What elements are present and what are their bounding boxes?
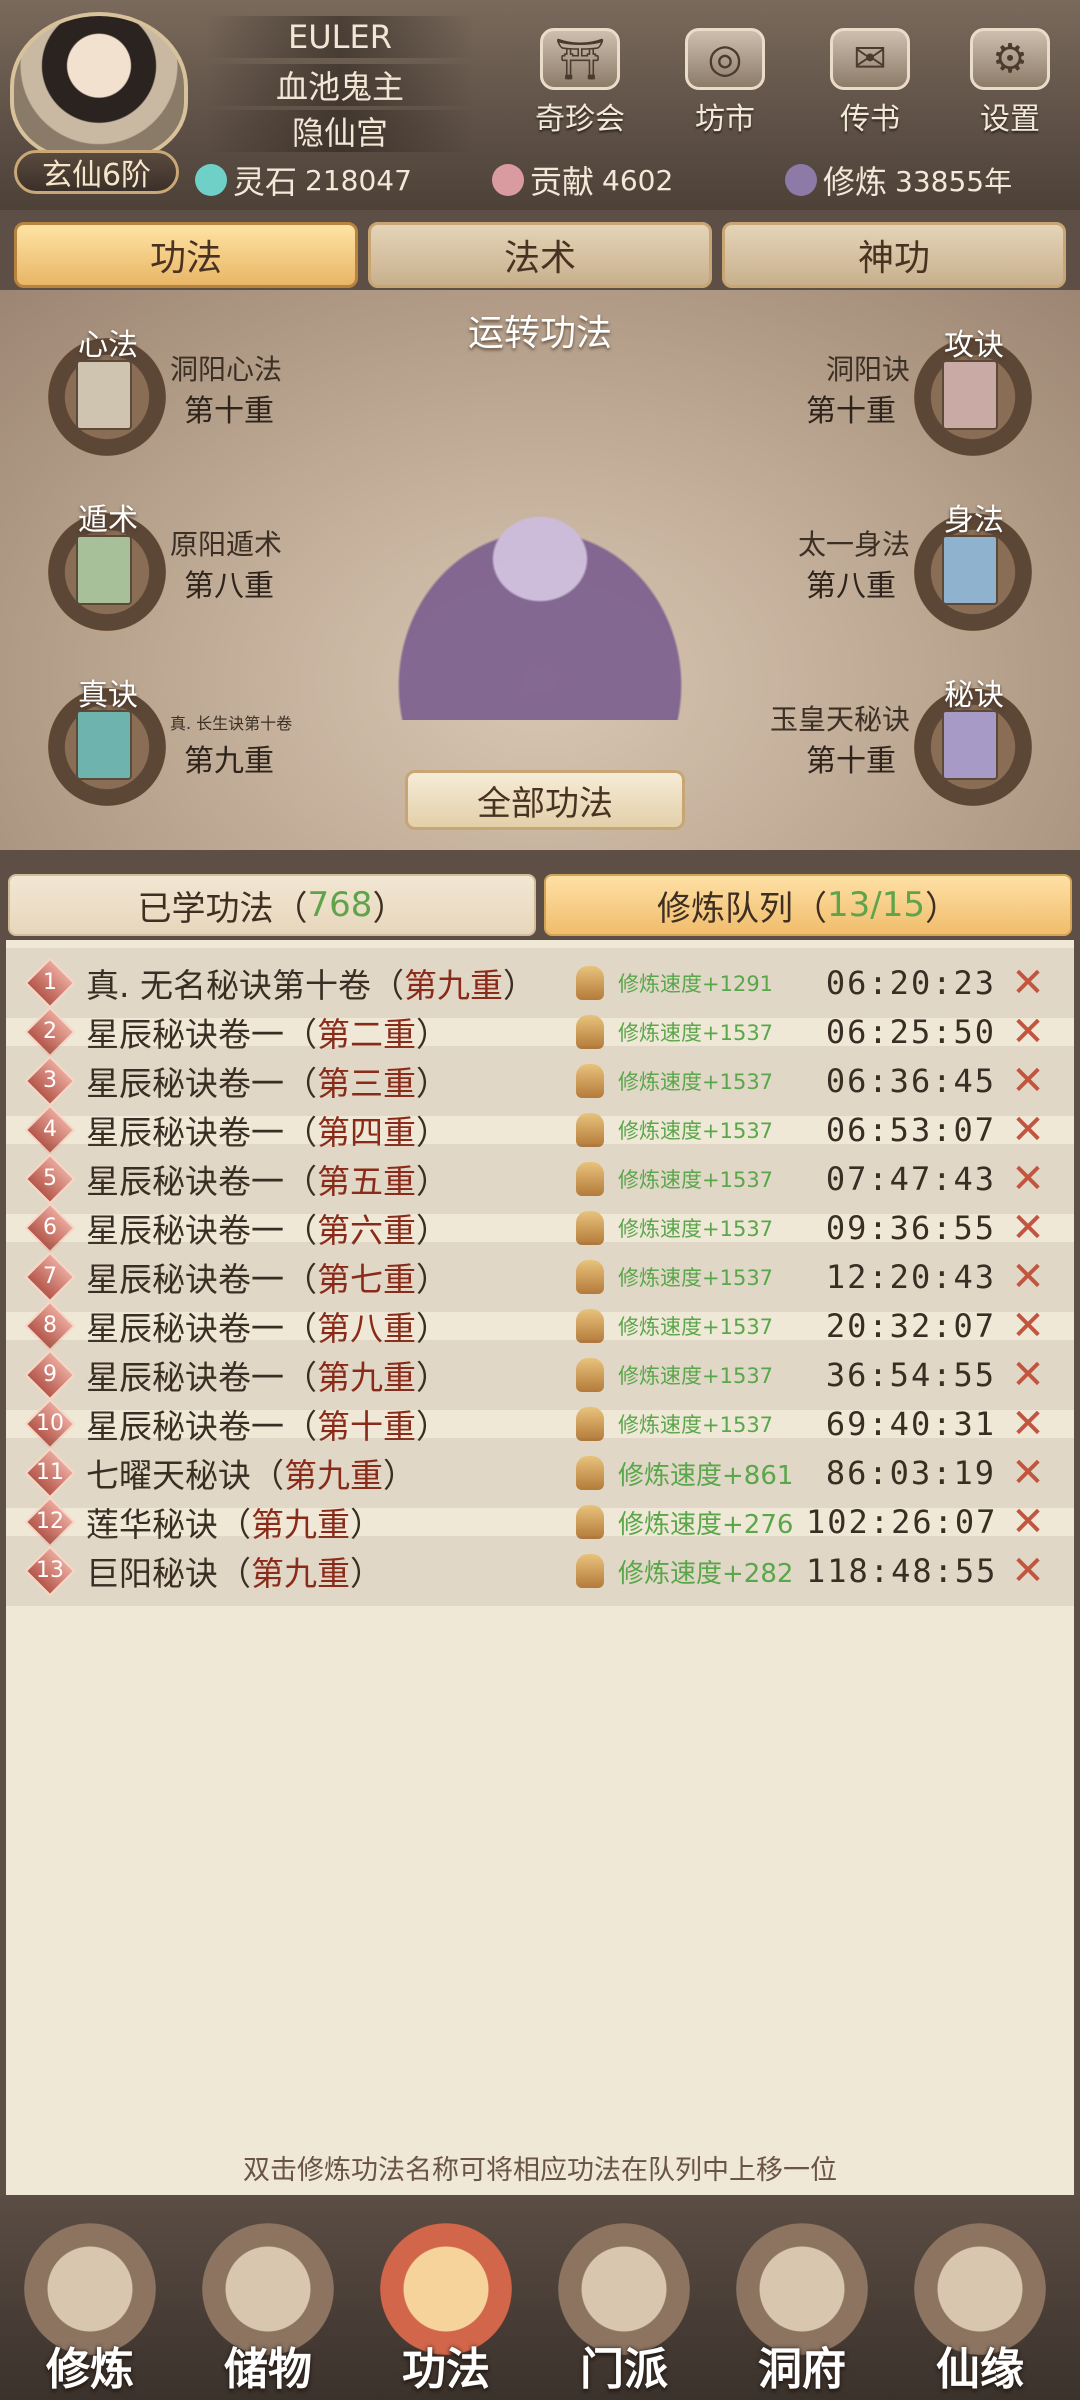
contribution-icon: [492, 164, 524, 196]
tab-learned[interactable]: 已学功法（ 768）: [8, 874, 536, 936]
nav-fortune[interactable]: 仙缘: [900, 2223, 1060, 2395]
meditation-icon: [576, 1358, 604, 1392]
speed-bonus: 修炼速度+1537: [618, 1266, 774, 1290]
book-icon: [76, 710, 132, 780]
nav-cultivate[interactable]: 修炼: [10, 2223, 170, 2395]
meditation-icon: [576, 1260, 604, 1294]
queue-row[interactable]: 13 巨阳秘诀（第九重） 修炼速度+282 118:48:55 ✕: [6, 1536, 1074, 1606]
gear-icon: ⚙: [970, 28, 1050, 90]
cultivation-counter: 修炼 33855年: [785, 160, 1012, 201]
spirit-stone-counter: 灵石 218047: [195, 160, 412, 201]
slot-dunshu[interactable]: 遁术 原阳遁术 第八重: [0, 495, 380, 631]
meditation-icon: [785, 164, 817, 196]
meditation-icon: [576, 1554, 604, 1588]
meditation-icon: [576, 1211, 604, 1245]
speed-bonus: 修炼速度+1537: [618, 1315, 774, 1339]
nav-techniques[interactable]: 功法: [366, 2223, 526, 2395]
tab-gongfa[interactable]: 功法: [14, 222, 358, 288]
player-avatar[interactable]: [10, 12, 188, 162]
tab-queue[interactable]: 修炼队列（ 13/15）: [544, 874, 1072, 936]
player-sect: 隐仙宫: [205, 110, 475, 152]
meditation-icon: [576, 1456, 604, 1490]
rank-badge: 13: [24, 1545, 76, 1597]
slot-zhenjue[interactable]: 真诀 真. 长生诀第十卷 第九重: [0, 670, 380, 806]
player-header: 玄仙6阶 EULER 血池鬼主 隐仙宫 ⛩ 奇珍会 ◎ 坊市 ✉ 传书 ⚙ 设置…: [0, 0, 1080, 210]
speed-bonus: 修炼速度+861: [618, 1460, 794, 1491]
speed-bonus: 修炼速度+1537: [618, 1413, 774, 1437]
mail-button[interactable]: ✉ 传书: [815, 28, 925, 138]
sub-tabs: 已学功法（ 768） 修炼队列（ 13/15）: [8, 874, 1072, 936]
speed-bonus: 修炼速度+282: [618, 1558, 794, 1589]
slot-mijue[interactable]: 秘诀 玉皇天秘诀 第十重: [700, 670, 1080, 806]
book-icon: [76, 360, 132, 430]
meditating-figure: [360, 490, 720, 720]
speed-bonus: 修炼速度+1537: [618, 1119, 774, 1143]
technique-name[interactable]: 巨阳秘诀（第九重）: [86, 1547, 383, 1595]
slot-shenfa[interactable]: 身法 太一身法 第八重: [700, 495, 1080, 631]
nav-storage[interactable]: 储物: [188, 2223, 348, 2395]
book-icon: [76, 535, 132, 605]
cultivation-queue: 1 真. 无名秘诀第十卷（第九重） 修炼速度+1291 06:20:23 ✕ 2…: [6, 940, 1074, 2195]
settings-button[interactable]: ⚙ 设置: [955, 28, 1065, 138]
cancel-icon[interactable]: ✕: [1006, 1548, 1050, 1594]
meditation-icon: [576, 1113, 604, 1147]
speed-bonus: 修炼速度+1537: [618, 1168, 774, 1192]
treasure-fair-button[interactable]: ⛩ 奇珍会: [525, 28, 635, 138]
meditation-icon: [576, 1162, 604, 1196]
speed-bonus: 修炼速度+1537: [618, 1364, 774, 1388]
active-techniques-panel: 运转功法 心法 洞阳心法 第十重 遁术 原阳遁术 第八重 真诀 真. 长生诀第十…: [0, 290, 1080, 850]
realm-badge: 玄仙6阶: [14, 150, 179, 194]
speed-bonus: 修炼速度+1537: [618, 1070, 774, 1094]
remaining-time: 118:48:55: [806, 1552, 998, 1590]
tab-shengong[interactable]: 神功: [722, 222, 1066, 288]
speed-bonus: 修炼速度+1537: [618, 1217, 774, 1241]
meditation-icon: [576, 1015, 604, 1049]
spirit-stone-icon: [195, 164, 227, 196]
main-tabs: 功法 法术 神功: [14, 222, 1066, 288]
slot-gongjue[interactable]: 攻诀 洞阳诀 第十重: [700, 320, 1080, 456]
nav-cave[interactable]: 洞府: [722, 2223, 882, 2395]
speed-bonus: 修炼速度+1537: [618, 1021, 774, 1045]
book-icon: [942, 535, 998, 605]
book-icon: [942, 360, 998, 430]
slot-xinfa[interactable]: 心法 洞阳心法 第十重: [0, 320, 380, 456]
tab-fashu[interactable]: 法术: [368, 222, 712, 288]
meditation-icon: [576, 1407, 604, 1441]
contribution-counter: 贡献 4602: [492, 160, 673, 201]
bottom-nav: 修炼 储物 功法 门派 洞府 仙缘: [0, 2195, 1080, 2400]
all-techniques-button[interactable]: 全部功法: [405, 770, 685, 830]
player-title: 血池鬼主: [205, 64, 475, 106]
speed-bonus: 修炼速度+1291: [618, 972, 774, 996]
market-button[interactable]: ◎ 坊市: [670, 28, 780, 138]
market-icon: ◎: [685, 28, 765, 90]
nav-sect[interactable]: 门派: [544, 2223, 704, 2395]
player-name: EULER: [205, 16, 475, 58]
meditation-icon: [576, 966, 604, 1000]
queue-hint: 双击修炼功法名称可将相应功法在队列中上移一位: [243, 2155, 837, 2186]
book-icon: [942, 710, 998, 780]
scroll-icon: ✉: [830, 28, 910, 90]
pavilion-icon: ⛩: [540, 28, 620, 90]
meditation-icon: [576, 1505, 604, 1539]
speed-bonus: 修炼速度+276: [618, 1509, 794, 1540]
meditation-icon: [576, 1064, 604, 1098]
meditation-icon: [576, 1309, 604, 1343]
